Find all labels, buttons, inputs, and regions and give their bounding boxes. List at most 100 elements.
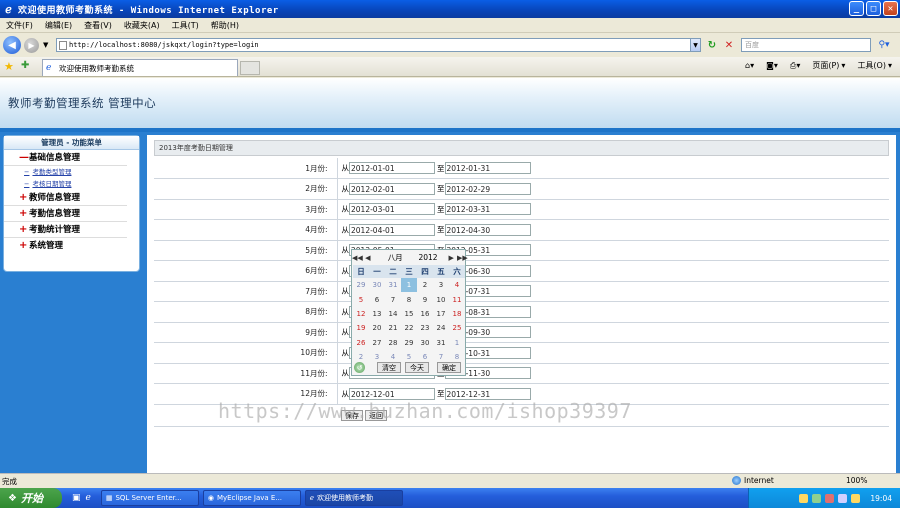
favorites-star-icon[interactable]: ★ (4, 60, 14, 73)
calendar-day[interactable]: 20 (369, 321, 385, 335)
calendar-today-button[interactable]: 今天 (405, 362, 429, 373)
calendar-day[interactable]: 28 (385, 336, 401, 350)
calendar-day[interactable]: 30 (369, 278, 385, 292)
tray-icon[interactable] (812, 493, 822, 503)
next-year-icon[interactable]: ▶▶ (457, 254, 468, 262)
calendar-day[interactable]: 15 (401, 307, 417, 321)
minimize-button[interactable]: _ (849, 1, 864, 16)
back-button[interactable]: ◀ (3, 36, 21, 54)
calendar-day[interactable]: 7 (385, 292, 401, 306)
end-date-input[interactable]: 2012-01-31 (444, 162, 531, 174)
end-date-input[interactable]: 2012-03-31 (444, 203, 531, 216)
today-icon[interactable]: ↺ (354, 362, 365, 373)
calendar-year[interactable]: 2012 (418, 253, 447, 262)
menu-group-attendance-info[interactable]: + 考勤信息管理 (4, 206, 127, 222)
menu-group-basic-info[interactable]: — 基础信息管理 (4, 150, 127, 166)
calendar-day[interactable]: 23 (417, 321, 433, 335)
calendar-day[interactable]: 18 (449, 307, 465, 321)
submenu-attendance-type[interactable]: − 考勤类型管理 (4, 166, 139, 178)
calendar-day[interactable]: 1 (401, 278, 417, 293)
start-date-input[interactable]: 2012-12-01 (349, 387, 435, 400)
desktop-icon[interactable]: ▣ (72, 493, 81, 503)
search-input[interactable]: 百度 (741, 38, 871, 52)
calendar-day[interactable]: 26 (353, 336, 369, 350)
task-myeclipse[interactable]: ◉ MyEclipse Java E... (202, 490, 301, 506)
menu-edit[interactable]: 编辑(E) (45, 20, 72, 31)
calendar-ok-button[interactable]: 确定 (437, 362, 461, 373)
add-favorite-icon[interactable]: ✚ (21, 60, 29, 71)
calendar-day[interactable]: 31 (385, 278, 401, 292)
menu-view[interactable]: 查看(V) (84, 20, 112, 31)
calendar-day[interactable]: 2 (417, 278, 433, 292)
calendar-day[interactable]: 11 (449, 292, 465, 306)
calendar-day[interactable]: 25 (449, 321, 465, 335)
task-sql-server[interactable]: ▦ SQL Server Enter... (100, 490, 199, 506)
maximize-button[interactable]: □ (866, 1, 881, 16)
end-date-input[interactable]: 2012-02-29 (444, 182, 531, 195)
calendar-day[interactable]: 19 (353, 321, 369, 335)
calendar-day[interactable]: 27 (369, 336, 385, 350)
calendar-day[interactable]: 14 (385, 307, 401, 321)
menu-favorites[interactable]: 收藏夹(A) (124, 20, 160, 31)
calendar-day[interactable]: 16 (417, 307, 433, 321)
refresh-icon[interactable]: ↻ (705, 38, 719, 52)
calendar-day[interactable]: 12 (353, 307, 369, 321)
calendar-day[interactable]: 29 (401, 336, 417, 350)
calendar-day[interactable]: 3 (433, 278, 449, 292)
calendar-day[interactable]: 1 (449, 336, 465, 350)
calendar-day[interactable]: 21 (385, 321, 401, 335)
page-menu-button[interactable]: 页面(P) ▾ (812, 60, 845, 71)
close-button[interactable]: ✕ (883, 1, 898, 16)
home-icon[interactable]: ⌂▾ (745, 61, 754, 70)
tools-menu-button[interactable]: 工具(O) ▾ (857, 60, 892, 71)
start-date-input[interactable]: 2012-03-01 (349, 203, 435, 216)
menu-help[interactable]: 帮助(H) (211, 20, 239, 31)
new-tab-button[interactable] (240, 61, 260, 75)
zoom-level[interactable]: 100% (846, 476, 867, 485)
history-dropdown-icon[interactable]: ▼ (43, 41, 48, 49)
start-date-input[interactable]: 2012-04-01 (349, 223, 435, 236)
prev-year-icon[interactable]: ◀◀ (352, 254, 363, 262)
menu-group-teacher-info[interactable]: + 教师信息管理 (4, 190, 127, 206)
calendar-day[interactable]: 10 (433, 292, 449, 306)
print-icon[interactable]: ⎙▾ (790, 61, 800, 71)
calendar-day[interactable]: 13 (369, 307, 385, 321)
menu-group-attendance-stats[interactable]: + 考勤统计管理 (4, 222, 127, 238)
submenu-assessment-date[interactable]: − 考核日期管理 (4, 178, 139, 190)
task-ie[interactable]: ℯ 欢迎使用教师考勤 (304, 490, 403, 506)
calendar-month[interactable]: 八月 (388, 252, 419, 263)
calendar-day[interactable]: 4 (449, 278, 465, 292)
stop-icon[interactable]: ✕ (722, 38, 736, 52)
url-dropdown-icon[interactable]: ▼ (690, 38, 701, 52)
calendar-day[interactable]: 5 (353, 292, 369, 306)
calendar-day[interactable]: 29 (353, 278, 369, 292)
menu-group-system[interactable]: + 系统管理 (4, 238, 127, 254)
calendar-day[interactable]: 17 (433, 307, 449, 321)
forward-button[interactable]: ▶ (24, 37, 39, 53)
end-date-input[interactable]: 2012-12-31 (444, 387, 531, 400)
menu-tools[interactable]: 工具(T) (172, 20, 199, 31)
calendar-day[interactable]: 22 (401, 321, 417, 335)
calendar-day[interactable]: 31 (433, 336, 449, 350)
calendar-clear-button[interactable]: 清空 (377, 362, 401, 373)
tray-icon[interactable] (799, 493, 809, 503)
calendar-day[interactable]: 30 (417, 336, 433, 350)
menu-file[interactable]: 文件(F) (6, 20, 33, 31)
calendar-day[interactable]: 24 (433, 321, 449, 335)
tray-icon[interactable] (825, 493, 835, 503)
ie-quicklaunch-icon[interactable]: ℯ (86, 493, 91, 503)
feeds-icon[interactable]: ◙▾ (766, 61, 778, 70)
tray-icon[interactable] (838, 493, 848, 503)
next-month-icon[interactable]: ▶ (447, 254, 455, 262)
search-icon[interactable]: ⚲▾ (873, 38, 895, 52)
calendar-day[interactable]: 6 (369, 292, 385, 306)
tray-icon[interactable] (851, 493, 861, 503)
start-date-input[interactable]: 2012-01-01 (349, 162, 435, 174)
start-button[interactable]: ❖ 开始 (0, 488, 62, 508)
end-date-input[interactable]: 2012-04-30 (444, 223, 531, 236)
calendar-day[interactable]: 9 (417, 292, 433, 306)
url-input[interactable]: http://localhost:8080/jskqxt/login?type=… (56, 38, 701, 52)
start-date-input[interactable]: 2012-02-01 (349, 182, 435, 195)
prev-month-icon[interactable]: ◀ (364, 254, 372, 262)
calendar-day[interactable]: 8 (401, 292, 417, 306)
